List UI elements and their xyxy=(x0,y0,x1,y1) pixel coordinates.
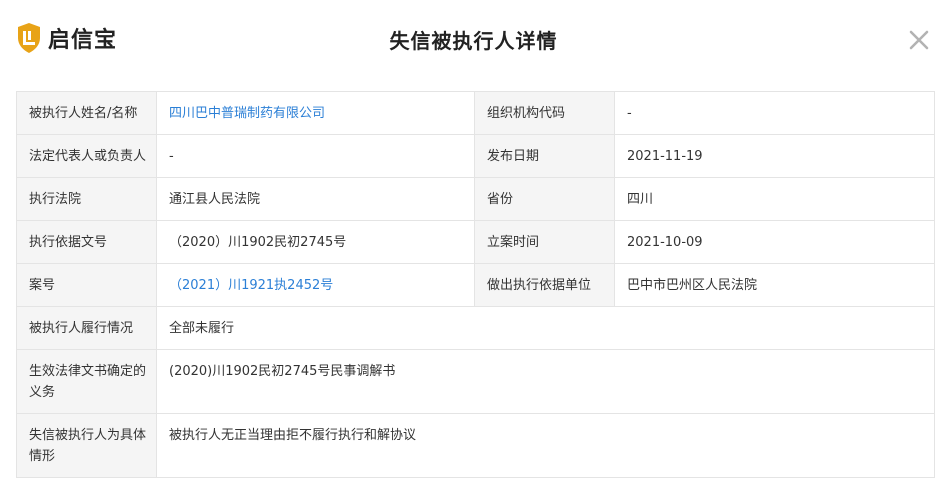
company-name-link[interactable]: 四川巴中普瑞制药有限公司 xyxy=(169,106,325,121)
table-row: 被执行人履行情况 全部未履行 xyxy=(16,306,935,350)
table-row: 失信被执行人为具体情形 被执行人无正当理由拒不履行执行和解协议 xyxy=(16,413,935,478)
case-no-value-cell: （2021）川1921执2452号 xyxy=(156,263,475,307)
case-no-label: 案号 xyxy=(16,263,157,307)
org-code-label: 组织机构代码 xyxy=(474,91,615,135)
court-value: 通江县人民法院 xyxy=(156,177,475,221)
table-row: 被执行人姓名/名称 四川巴中普瑞制药有限公司 组织机构代码 - xyxy=(16,91,935,135)
org-code-value: - xyxy=(614,91,935,135)
legal-rep-value: - xyxy=(156,134,475,178)
obligation-label: 生效法律文书确定的义务 xyxy=(16,349,157,414)
table-row: 法定代表人或负责人 - 发布日期 2021-11-19 xyxy=(16,134,935,178)
performance-label: 被执行人履行情况 xyxy=(16,306,157,350)
close-icon xyxy=(909,30,929,50)
case-no-link[interactable]: （2021）川1921执2452号 xyxy=(169,278,333,293)
legal-rep-label: 法定代表人或负责人 xyxy=(16,134,157,178)
name-value-cell: 四川巴中普瑞制药有限公司 xyxy=(156,91,475,135)
filing-date-label: 立案时间 xyxy=(474,220,615,264)
publish-date-label: 发布日期 xyxy=(474,134,615,178)
table-row: 执行依据文号 （2020）川1902民初2745号 立案时间 2021-10-0… xyxy=(16,220,935,264)
name-label: 被执行人姓名/名称 xyxy=(16,91,157,135)
detail-table: 被执行人姓名/名称 四川巴中普瑞制药有限公司 组织机构代码 - 法定代表人或负责… xyxy=(16,91,935,478)
performance-value: 全部未履行 xyxy=(156,306,935,350)
court-label: 执行法院 xyxy=(16,177,157,221)
circumstance-value: 被执行人无正当理由拒不履行执行和解协议 xyxy=(156,413,935,478)
filing-date-value: 2021-10-09 xyxy=(614,220,935,264)
table-row: 执行法院 通江县人民法院 省份 四川 xyxy=(16,177,935,221)
circumstance-label: 失信被执行人为具体情形 xyxy=(16,413,157,478)
basis-doc-value: （2020）川1902民初2745号 xyxy=(156,220,475,264)
basis-unit-label: 做出执行依据单位 xyxy=(474,263,615,307)
province-value: 四川 xyxy=(614,177,935,221)
table-row: 案号 （2021）川1921执2452号 做出执行依据单位 巴中市巴州区人民法院 xyxy=(16,263,935,307)
obligation-value: (2020)川1902民初2745号民事调解书 xyxy=(156,349,935,414)
close-button[interactable] xyxy=(907,28,931,52)
table-row: 生效法律文书确定的义务 (2020)川1902民初2745号民事调解书 xyxy=(16,349,935,414)
dialog-title: 失信被执行人详情 xyxy=(389,29,558,53)
basis-unit-value: 巴中市巴州区人民法院 xyxy=(614,263,935,307)
publish-date-value: 2021-11-19 xyxy=(614,134,935,178)
province-label: 省份 xyxy=(474,177,615,221)
dialog-header: 启信宝 失信被执行人详情 xyxy=(0,0,947,80)
basis-doc-label: 执行依据文号 xyxy=(16,220,157,264)
